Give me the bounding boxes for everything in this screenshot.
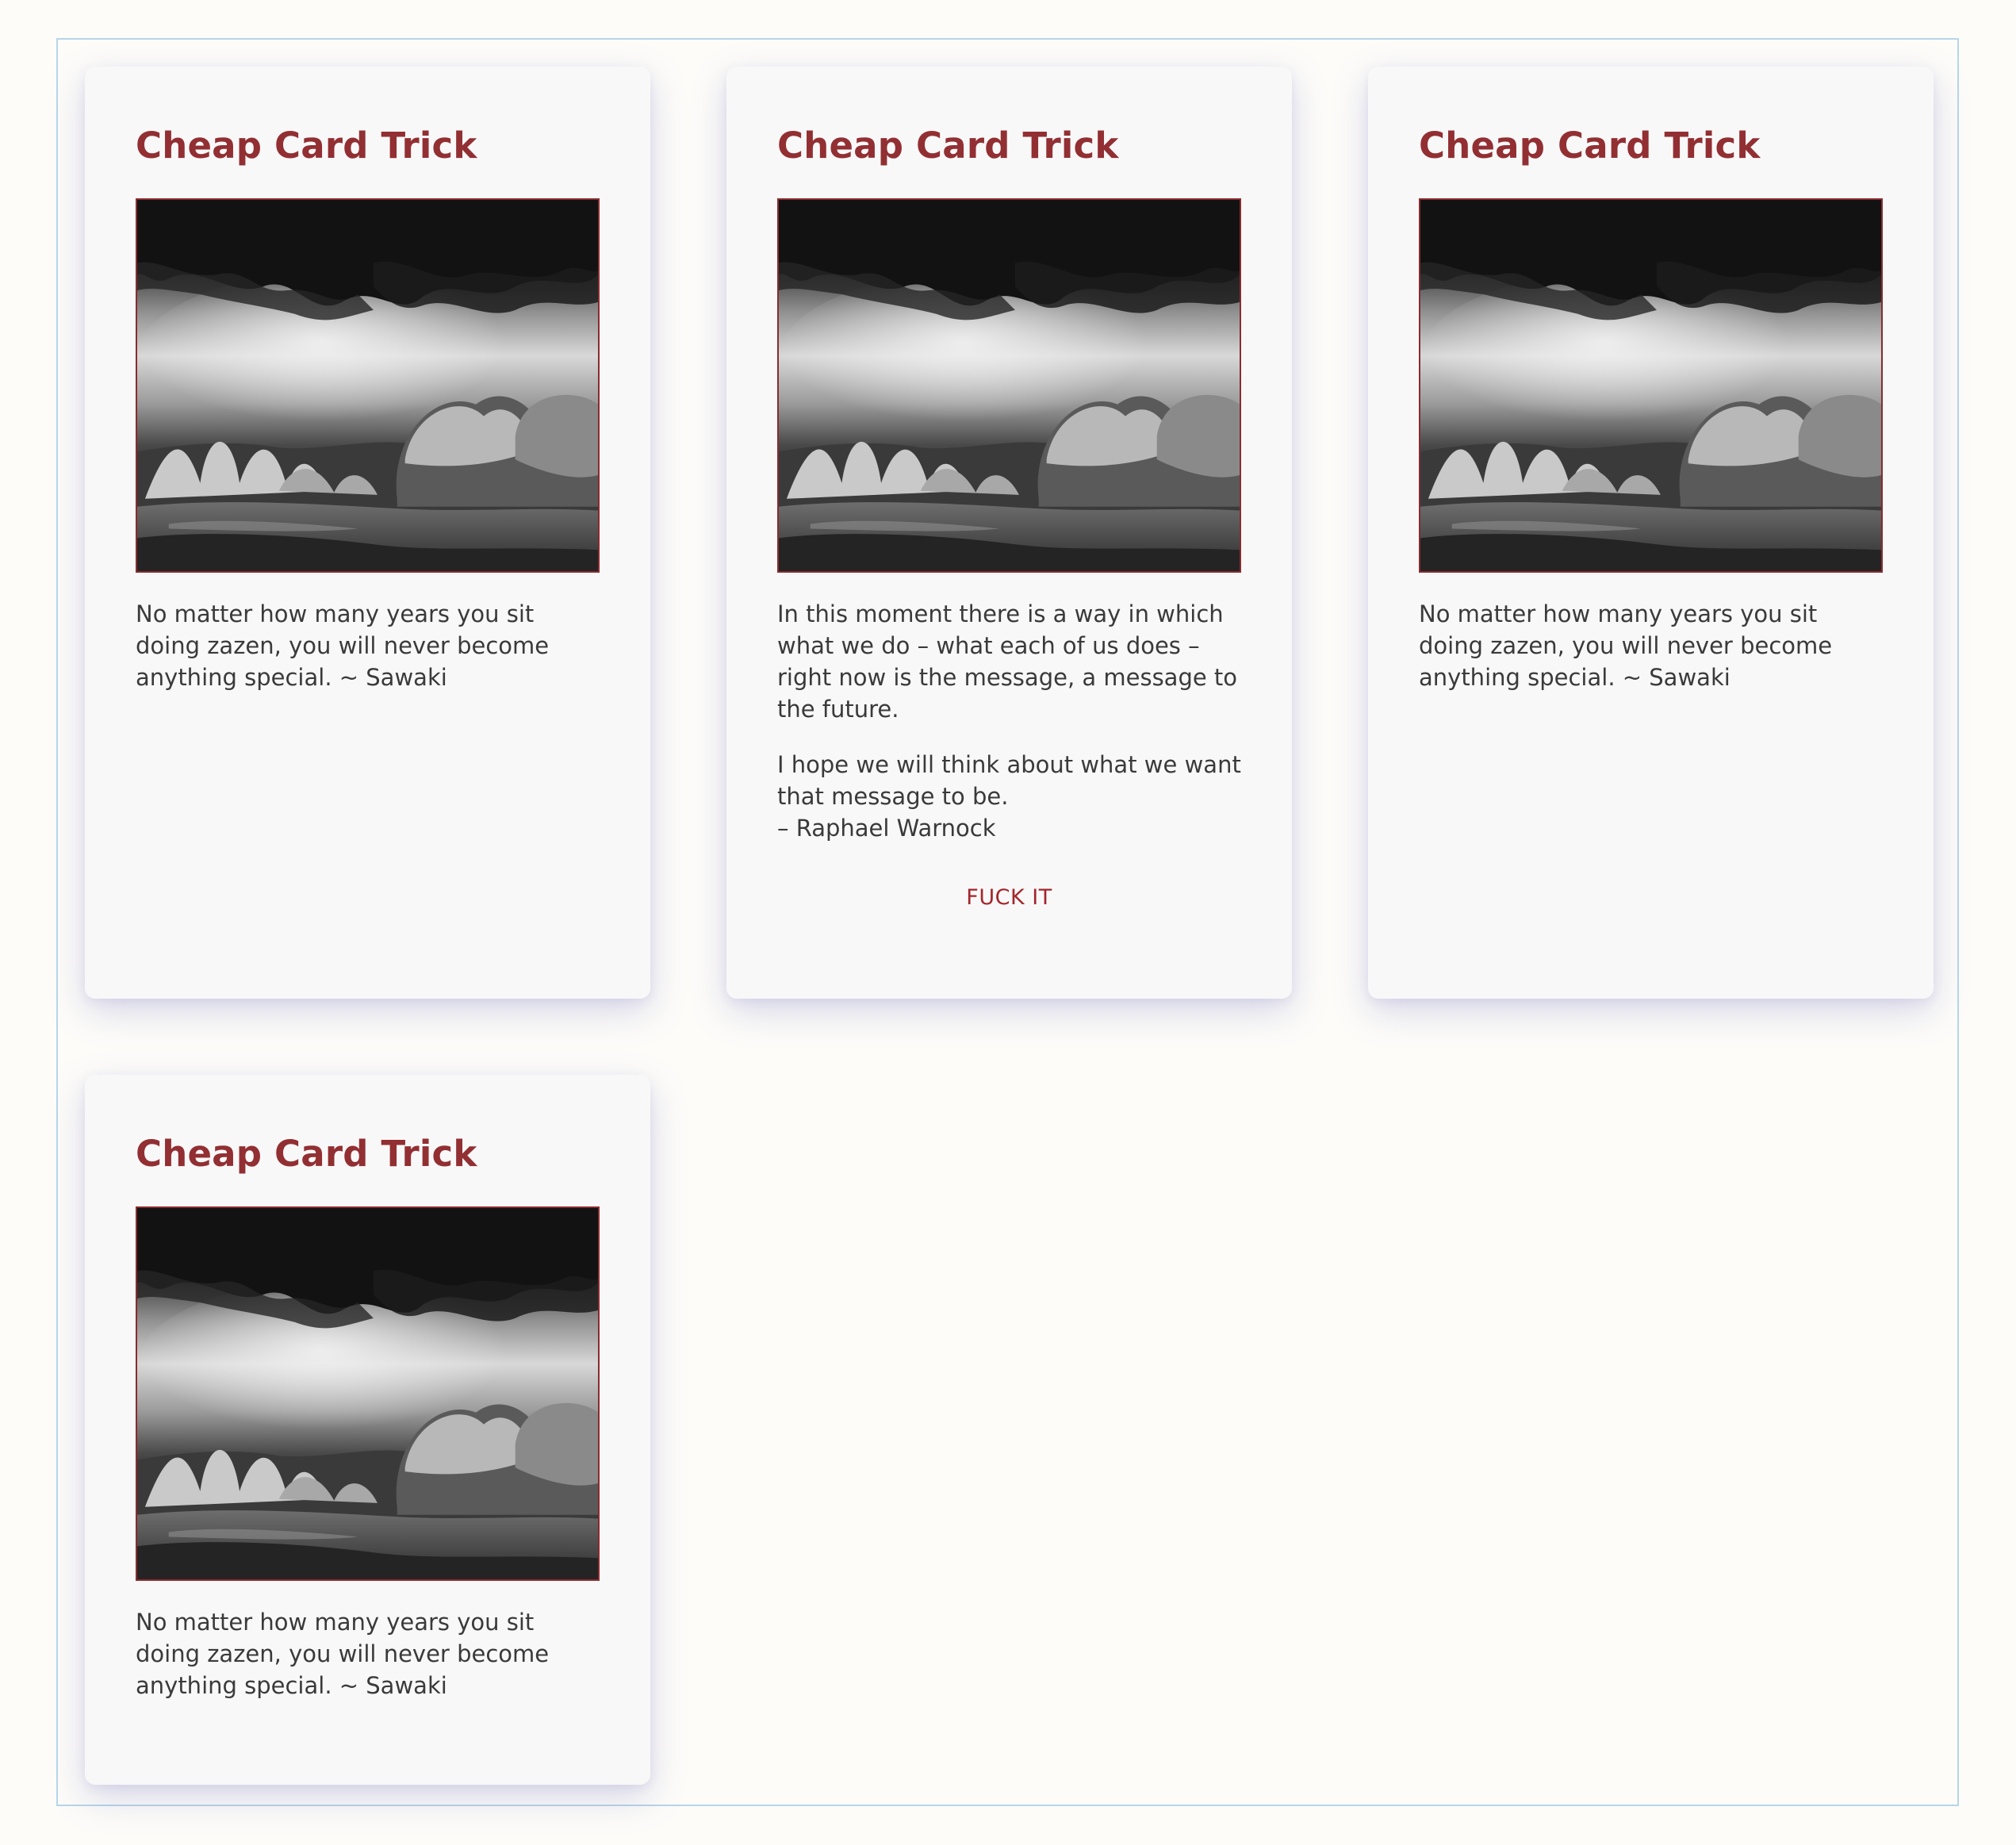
card-text: In this moment there is a way in which w…: [777, 600, 1238, 723]
card-attribution: – Raphael Warnock: [777, 815, 996, 842]
card-text: No matter how many years you sit doing z…: [136, 600, 550, 691]
card-text-line: I hope we will think about what we want …: [777, 751, 1241, 810]
card-image: [777, 198, 1241, 573]
card: Cheap Card Trick No matter how many year…: [1368, 67, 1934, 999]
card-image: [1419, 198, 1883, 573]
card-text: I hope we will think about what we want …: [777, 749, 1241, 844]
card-text: No matter how many years you sit doing z…: [1419, 600, 1833, 691]
card: Cheap Card Trick No matter how many year…: [85, 67, 650, 999]
card-title: Cheap Card Trick: [136, 1133, 477, 1175]
grid-container: Cheap Card Trick No matter how many year…: [56, 38, 1959, 1806]
card-title: Cheap Card Trick: [777, 125, 1119, 167]
card: Cheap Card Trick No matter how many year…: [85, 1075, 650, 1785]
card-text: No matter how many years you sit doing z…: [136, 1609, 550, 1699]
card-image: [136, 1206, 600, 1581]
card-title: Cheap Card Trick: [136, 125, 477, 167]
card-image: [136, 198, 600, 573]
card-title: Cheap Card Trick: [1419, 125, 1761, 167]
card: Cheap Card Trick In this moment there is…: [726, 67, 1292, 999]
card-link-button[interactable]: FUCK IT: [777, 885, 1241, 910]
